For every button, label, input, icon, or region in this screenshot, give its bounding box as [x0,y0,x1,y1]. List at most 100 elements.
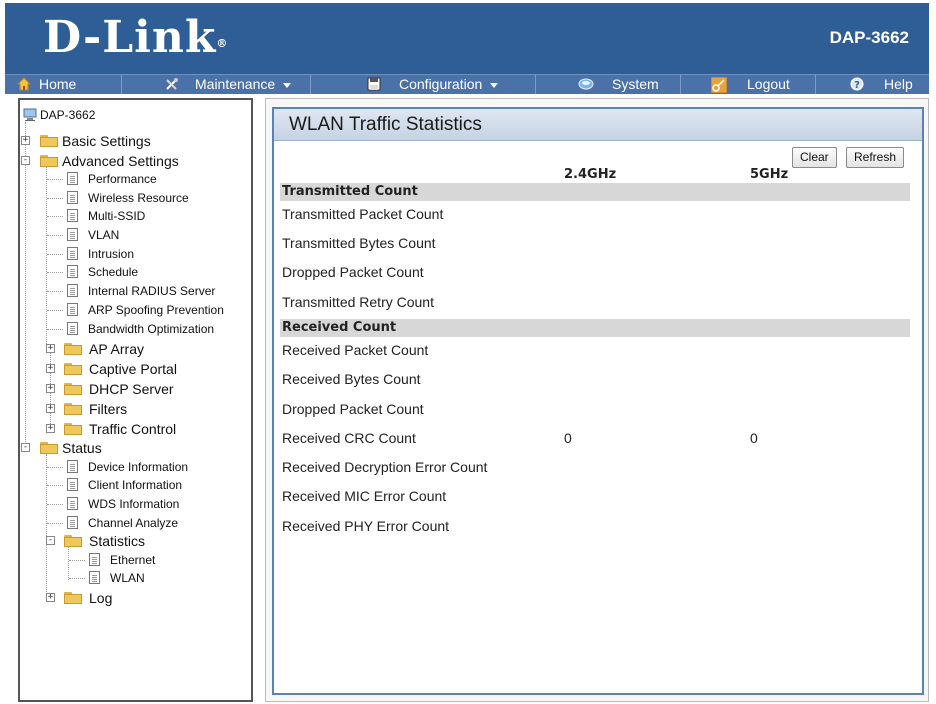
tree-advanced-settings[interactable]: - Advanced Settings [20,152,240,170]
chevron-down-icon [490,82,499,88]
tree-connector [69,578,85,579]
tree-item-label: Schedule [88,265,139,279]
page-icon [67,478,78,491]
tree-item-label: WLAN [110,571,145,585]
expand-plus-icon: + [46,592,55,602]
tree-folder-ap-array[interactable]: + AP Array [20,340,240,358]
tree-item-label: Channel Analyze [88,516,179,530]
nav-maintenance-text: Maintenance [195,76,276,92]
collapse-minus-icon: - [21,155,30,165]
collapse-minus-icon: - [46,535,55,545]
tree-item-bandwidth-optimization[interactable]: Bandwidth Optimization [20,320,240,338]
tree-item-vlan[interactable]: VLAN [20,226,240,244]
tree-folder-captive-portal[interactable]: + Captive Portal [20,360,240,378]
tree-folder-filters[interactable]: + Filters [20,400,240,418]
page-icon [67,497,78,510]
tree-status[interactable]: - Status [20,439,240,457]
refresh-button[interactable]: Refresh [846,147,905,168]
row-label: Received PHY Error Count [282,518,450,534]
tree-connector [47,291,63,292]
tree-item-intrusion[interactable]: Intrusion [20,245,240,263]
navigation-tree: DAP-3662 + Basic Settings - Advanced Set… [18,98,253,702]
nav-divider [815,75,816,94]
folder-icon [64,383,82,395]
nav-system[interactable]: System [578,75,678,94]
tree-item-performance[interactable]: Performance [20,170,240,188]
nav-logout-label: Logout [747,76,790,92]
expand-plus-icon: + [21,135,30,145]
tree-item-label: Bandwidth Optimization [88,322,215,336]
row-label: Transmitted Bytes Count [282,235,436,251]
tree-connector [47,179,63,180]
row-label: Transmitted Packet Count [282,206,444,222]
tree-basic-settings-label: Basic Settings [62,133,151,149]
tree-item-label: Ethernet [110,553,156,567]
expand-plus-icon: + [46,363,55,373]
nav-help-label: Help [884,76,913,92]
page-icon [67,303,78,316]
tree-connector [47,310,63,311]
tree-item-label: Wireless Resource [88,191,189,205]
tree-item-channel-analyze[interactable]: Channel Analyze [20,514,240,532]
tree-folder-statistics[interactable]: - Statistics [20,532,240,550]
tree-folder-dhcp-server[interactable]: + DHCP Server [20,380,240,398]
tree-item-multi-ssid[interactable]: Multi-SSID [20,207,240,225]
registered-mark: ® [216,37,229,50]
nav-divider [535,75,536,94]
page-icon [67,460,78,473]
tree-folder-label: DHCP Server [89,381,174,397]
expand-plus-icon: + [46,423,55,433]
row-label: Dropped Packet Count [282,264,424,280]
nav-divider [310,75,311,94]
section-received-count: Received Count [280,319,910,337]
computer-icon [22,108,38,122]
folder-icon [64,592,82,604]
main-content: WLAN Traffic Statistics Clear Refresh 2.… [265,98,929,702]
tree-connector [47,216,63,217]
nav-divider [121,75,122,94]
page-icon [67,228,78,241]
nav-help[interactable]: ? Help [850,75,925,94]
tree-item-wds-information[interactable]: WDS Information [20,495,240,513]
tree-item-wireless-resource[interactable]: Wireless Resource [20,189,240,207]
tree-connector [47,467,63,468]
tree-folder-label: Statistics [89,533,146,549]
tree-item-wlan[interactable]: WLAN [20,569,240,587]
row-label: Received Packet Count [282,342,429,358]
page-icon [67,209,78,222]
dlink-logo: D-Link® [43,13,228,63]
row-value-5ghz: 0 [750,430,758,446]
page-icon [67,284,78,297]
tree-item-client-information[interactable]: Client Information [20,476,240,494]
nav-configuration-label: Configuration [399,75,499,94]
tree-folder-traffic-control[interactable]: + Traffic Control [20,420,240,438]
nav-configuration[interactable]: Configuration [367,75,527,94]
wlan-traffic-panel: WLAN Traffic Statistics Clear Refresh 2.… [272,107,924,695]
tree-item-arp-spoofing-prevention[interactable]: ARP Spoofing Prevention [20,301,240,319]
column-header-24ghz: 2.4GHz [564,167,617,182]
panel-header: WLAN Traffic Statistics [274,109,922,141]
tree-item-label: Intrusion [88,247,135,261]
row-label: Received Bytes Count [282,371,421,387]
tree-item-schedule[interactable]: Schedule [20,263,240,281]
folder-icon [64,423,82,435]
tree-item-device-information[interactable]: Device Information [20,458,240,476]
key-icon [710,76,728,94]
tree-item-label: ARP Spoofing Prevention [88,303,224,317]
nav-logout[interactable]: Logout [710,75,811,94]
nav-configuration-text: Configuration [399,76,483,92]
open-folder-icon [64,535,82,547]
clear-button[interactable]: Clear [792,147,837,168]
top-nav: Home Maintenance Configuration System Lo… [5,74,929,94]
tree-folder-log[interactable]: + Log [20,589,240,607]
folder-icon [64,363,82,375]
tree-basic-settings[interactable]: + Basic Settings [20,132,240,150]
tree-item-label: Client Information [88,478,183,492]
tree-item-ethernet[interactable]: Ethernet [20,551,240,569]
nav-maintenance[interactable]: Maintenance [165,75,305,94]
tree-folder-label: Log [89,590,113,606]
row-label: Received CRC Count [282,430,416,446]
tree-item-internal-radius-server[interactable]: Internal RADIUS Server [20,282,240,300]
nav-home[interactable]: Home [16,75,117,94]
tree-status-label: Status [62,440,102,456]
